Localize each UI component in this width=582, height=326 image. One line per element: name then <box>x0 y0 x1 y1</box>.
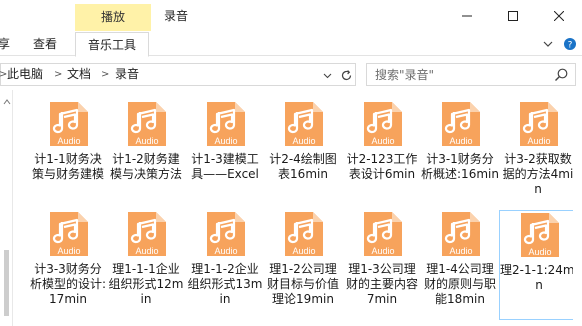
audio-badge-label: Audio <box>292 136 315 146</box>
help-icon: ? <box>564 38 576 51</box>
audio-badge-label: Audio <box>135 136 158 146</box>
file-item[interactable]: Audio 计2-123工作表设计6min <box>343 100 421 210</box>
maximize-icon <box>508 11 518 21</box>
audio-file-icon: Audio <box>285 212 323 256</box>
breadcrumb-this-pc[interactable]: 此电脑 <box>7 64 43 85</box>
file-item[interactable]: Audio 计1-1财务决策与财务建模 <box>29 100 107 210</box>
audio-file-icon: Audio <box>364 212 402 256</box>
navigation-pane <box>0 90 13 326</box>
audio-file-icon: Audio <box>50 102 88 146</box>
file-item[interactable]: Audio 理1-2公司理财目标与价值理论19min <box>264 210 342 320</box>
file-name: 理2-1-1:24min <box>500 263 578 292</box>
file-item[interactable]: Audio 理1-1-2企业组织形式13min <box>186 210 264 320</box>
close-button[interactable] <box>536 0 582 32</box>
file-item[interactable]: Audio 计3-2获取数据的方法4min <box>499 100 577 210</box>
audio-file-icon: Audio <box>521 213 559 257</box>
file-name: 计1-1财务决策与财务建模 <box>31 152 104 181</box>
vertical-scrollbar[interactable] <box>573 90 582 326</box>
tab-view[interactable]: 查看 <box>33 32 57 56</box>
audio-badge-label: Audio <box>528 247 551 257</box>
audio-file-icon: Audio <box>128 102 166 146</box>
audio-badge-label: Audio <box>527 136 550 146</box>
maximize-button[interactable] <box>490 0 536 32</box>
help-button[interactable]: ? <box>562 36 578 52</box>
audio-badge-label: Audio <box>371 136 394 146</box>
file-item[interactable]: Audio 计2-4绘制图表16min <box>264 100 342 210</box>
breadcrumb-separator: > <box>101 69 110 80</box>
file-item[interactable]: Audio 理1-3公司理财的主要内容7min <box>343 210 421 320</box>
file-item[interactable]: Audio 理2-1-1:24min <box>499 210 578 320</box>
audio-badge-label: Audio <box>449 246 472 256</box>
file-item[interactable]: Audio 理1-4公司理财的原则与职能18min <box>421 210 499 320</box>
search-icon <box>555 68 568 81</box>
audio-file-icon: Audio <box>207 102 245 146</box>
file-item[interactable]: Audio 计1-2财务建模与决策方法 <box>107 100 185 210</box>
file-name: 计2-4绘制图表16min <box>269 152 337 181</box>
file-name: 理1-1-2企业组织形式13min <box>187 262 263 306</box>
audio-badge-label: Audio <box>135 246 158 256</box>
address-history-button[interactable] <box>319 67 336 84</box>
audio-file-icon: Audio <box>520 102 558 146</box>
close-icon <box>554 11 564 21</box>
audio-badge-label: Audio <box>57 246 80 256</box>
file-name: 理1-1-1企业组织形式12min <box>108 262 184 306</box>
audio-file-icon: Audio <box>128 212 166 256</box>
tab-share[interactable]: 享 <box>0 32 10 56</box>
file-name: 理1-4公司理财的原则与职能18min <box>423 262 496 306</box>
file-name: 理1-3公司理财的主要内容7min <box>345 262 418 306</box>
audio-file-icon: Audio <box>364 102 402 146</box>
file-item[interactable]: Audio 计1-3建模工具——Excel <box>186 100 264 210</box>
file-item[interactable]: Audio 计3-3财务分析模型的设计:17min <box>29 210 107 320</box>
file-name: 计3-2获取数据的方法4min <box>502 152 574 196</box>
refresh-button[interactable] <box>338 67 355 84</box>
file-item[interactable]: Audio 理1-1-1企业组织形式12min <box>107 210 185 320</box>
file-name: 理1-2公司理财目标与价值理论19min <box>266 262 339 306</box>
window-title: 录音 <box>164 9 189 23</box>
minimize-button[interactable] <box>444 0 490 32</box>
audio-file-icon: Audio <box>442 212 480 256</box>
refresh-icon <box>341 70 352 81</box>
audio-file-icon: Audio <box>285 102 323 146</box>
breadcrumb-separator: > <box>54 69 63 80</box>
ribbon: 享 查看 音乐工具 ? <box>0 32 582 57</box>
audio-badge-label: Audio <box>214 136 237 146</box>
file-name: 计2-123工作表设计6min <box>346 152 418 181</box>
search-input[interactable] <box>375 66 551 83</box>
breadcrumb-recordings[interactable]: 录音 <box>115 64 139 85</box>
ribbon-collapse-button[interactable] <box>540 36 556 52</box>
chevron-down-icon <box>323 73 332 78</box>
file-grid: Audio 计1-1财务决策与财务建模 Audio 计1-2财务建模与决策方法 Audi… <box>29 100 582 326</box>
file-name: 计3-1财务分析概述:16min <box>421 152 499 181</box>
audio-badge-label: Audio <box>292 246 315 256</box>
chevron-down-icon <box>543 41 553 47</box>
search-box[interactable] <box>366 63 576 86</box>
breadcrumb-documents[interactable]: 文档 <box>67 64 91 85</box>
address-row: > 此电脑 > 文档 > 录音 <box>0 60 582 90</box>
svg-text:?: ? <box>568 41 573 51</box>
minimize-icon <box>462 15 472 17</box>
audio-file-icon: Audio <box>207 212 245 256</box>
audio-badge-label: Audio <box>57 136 80 146</box>
file-item[interactable]: Audio 计3-1财务分析概述:16min <box>421 100 499 210</box>
audio-file-icon: Audio <box>442 102 480 146</box>
audio-badge-label: Audio <box>371 246 394 256</box>
audio-file-icon: Audio <box>50 212 88 256</box>
file-name: 计3-3财务分析模型的设计:17min <box>29 262 107 306</box>
scroll-up-icon[interactable] <box>3 98 11 106</box>
audio-badge-label: Audio <box>449 136 472 146</box>
file-name: 计1-3建模工具——Excel <box>191 152 259 181</box>
context-tab-play[interactable]: 播放 <box>75 4 151 31</box>
tab-music-tools[interactable]: 音乐工具 <box>75 32 150 57</box>
title-bar: 播放 录音 <box>0 0 582 32</box>
address-bar[interactable]: > 此电脑 > 文档 > 录音 <box>0 63 356 86</box>
nav-scrollbar-thumb[interactable] <box>4 250 9 316</box>
file-name: 计1-2财务建模与决策方法 <box>109 152 182 181</box>
audio-badge-label: Audio <box>214 246 237 256</box>
